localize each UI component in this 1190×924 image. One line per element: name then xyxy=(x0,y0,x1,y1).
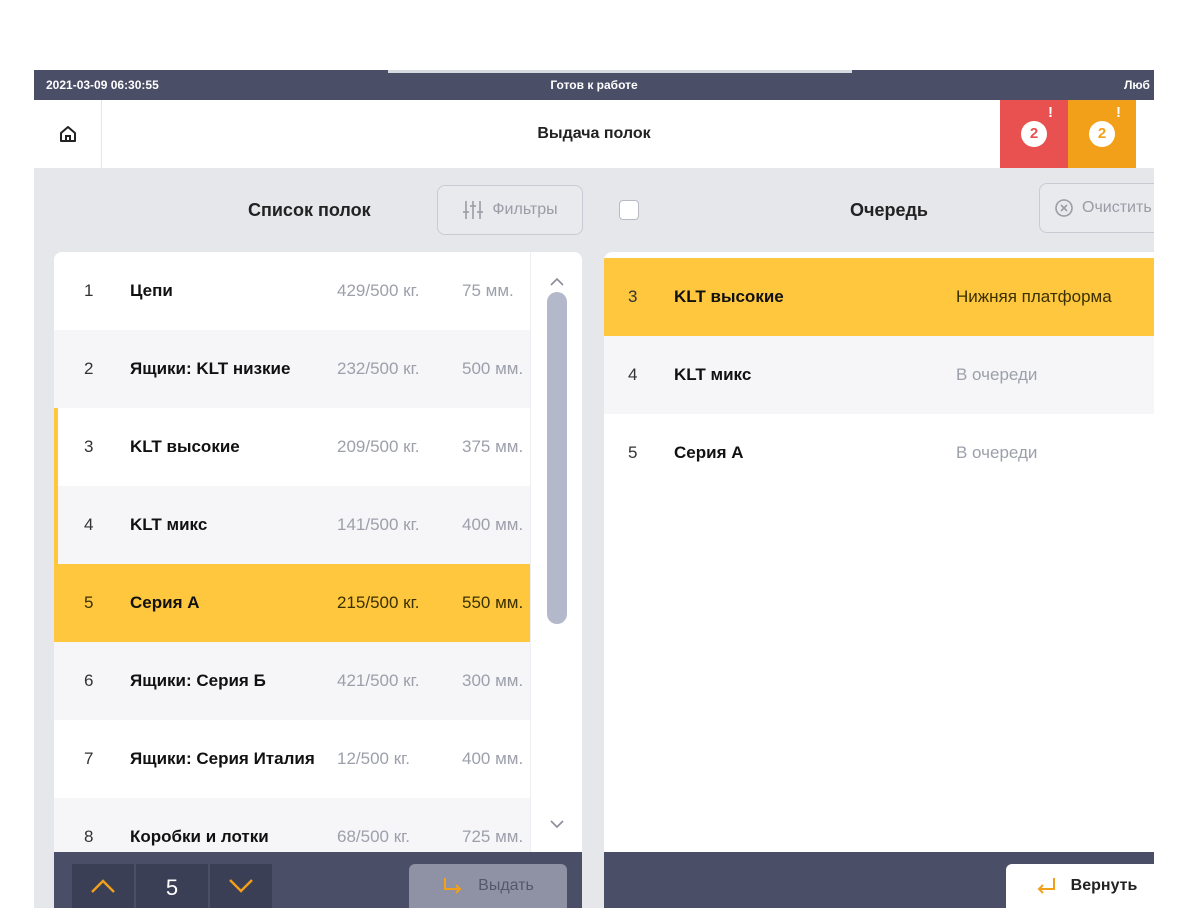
shelf-name: Ящики: KLT низкие xyxy=(130,359,291,378)
queue-row[interactable]: 5 Серия А В очереди xyxy=(604,414,1154,492)
chevron-down-icon xyxy=(229,879,253,893)
scroll-thumb[interactable] xyxy=(547,292,567,624)
shelf-list-panel: 1 Цепи 429/500 кг. 75 мм. 2 Ящики: KLT н… xyxy=(54,252,582,852)
queue-shelf-name: KLT микс xyxy=(674,365,752,384)
shelf-number: 2 xyxy=(84,359,94,378)
queue-select-all-checkbox[interactable] xyxy=(619,200,639,220)
shelf-height: 300 мм. xyxy=(462,671,524,690)
issue-label: Выдать xyxy=(478,877,534,894)
shelf-weight: 429/500 кг. xyxy=(337,281,420,300)
queue-shelf-name: KLT высокие xyxy=(674,287,784,306)
shelf-row[interactable]: 4 KLT микс 141/500 кг. 400 мм. xyxy=(54,486,530,564)
shelf-number: 5 xyxy=(84,593,94,612)
shelf-row[interactable]: 3 KLT высокие 209/500 кг. 375 мм. xyxy=(54,408,530,486)
machine-status-text: Готов к работе xyxy=(550,78,638,92)
home-icon xyxy=(59,126,76,142)
home-button[interactable] xyxy=(34,100,102,168)
shelf-height: 500 мм. xyxy=(462,359,524,378)
shelf-name: Ящики: Серия Б xyxy=(130,671,266,690)
shelf-height: 550 мм. xyxy=(462,593,524,612)
queue-shelf-name: Серия А xyxy=(674,443,744,462)
filters-button[interactable]: Фильтры xyxy=(437,185,583,235)
return-button[interactable]: Вернуть xyxy=(1006,864,1154,908)
shelf-row[interactable]: 6 Ящики: Серия Б 421/500 кг. 300 мм. xyxy=(54,642,530,720)
status-bar: 2021-03-09 06:30:55 Готов к работе Люб xyxy=(34,70,1154,100)
shelf-name: Цепи xyxy=(130,281,173,300)
shelf-name: KLT высокие xyxy=(130,437,240,456)
alert-error-button[interactable]: 2 ! xyxy=(1000,100,1068,168)
stepper-down-button[interactable] xyxy=(210,864,272,908)
header: Выдача полок 2 ! 2 ! xyxy=(34,100,1154,168)
alert-warning-count: 2 xyxy=(1089,121,1115,147)
exclamation-icon: ! xyxy=(1048,104,1053,121)
shelf-row-selected[interactable]: 5 Серия А 215/500 кг. 550 мм. xyxy=(54,564,530,642)
app-screen: 2021-03-09 06:30:55 Готов к работе Люб В… xyxy=(34,70,1154,908)
shelf-weight: 421/500 кг. xyxy=(337,671,420,690)
queue-title: Очередь xyxy=(850,200,928,220)
scroll-down-button[interactable] xyxy=(547,814,567,834)
shelf-name: Серия А xyxy=(130,593,200,612)
chevron-up-icon xyxy=(550,277,564,286)
stepper-up-button[interactable] xyxy=(72,864,134,908)
queue-row-active[interactable]: 3 KLT высокие Нижняя платформа xyxy=(604,258,1154,336)
filters-label: Фильтры xyxy=(492,201,558,218)
queue-footer: Вернуть xyxy=(604,852,1154,908)
alert-warning-button[interactable]: 2 ! xyxy=(1068,100,1136,168)
shelf-weight: 68/500 кг. xyxy=(337,827,411,846)
shelf-list-title: Список полок xyxy=(248,200,371,220)
shelf-row[interactable]: 7 Ящики: Серия Италия 12/500 кг. 400 мм. xyxy=(54,720,530,798)
shelf-list-footer: 5 Выдать xyxy=(54,852,582,908)
shelf-weight: 12/500 кг. xyxy=(337,749,411,768)
shelf-weight: 232/500 кг. xyxy=(337,359,420,378)
queue-status: В очереди xyxy=(956,365,1038,384)
shelf-name: Ящики: Серия Италия xyxy=(130,749,315,768)
arrow-down-right-icon xyxy=(444,878,462,894)
shelf-list: 1 Цепи 429/500 кг. 75 мм. 2 Ящики: KLT н… xyxy=(54,252,530,852)
queue-number: 4 xyxy=(628,365,638,384)
exclamation-icon: ! xyxy=(1116,104,1121,121)
shelf-weight: 215/500 кг. xyxy=(337,593,420,612)
shelf-height: 75 мм. xyxy=(462,281,514,300)
sliders-icon xyxy=(463,201,484,219)
shelf-height: 725 мм. xyxy=(462,827,524,846)
shelf-height: 400 мм. xyxy=(462,515,524,534)
clear-icon xyxy=(1055,199,1073,217)
alert-error-count: 2 xyxy=(1021,121,1047,147)
shelf-height: 375 мм. xyxy=(462,437,524,456)
shelf-number: 6 xyxy=(84,671,94,690)
queue-row[interactable]: 4 KLT микс В очереди xyxy=(604,336,1154,414)
scroll-up-button[interactable] xyxy=(547,272,567,292)
clear-queue-label: Очистить xyxy=(1082,199,1152,216)
shelf-weight: 209/500 кг. xyxy=(337,437,420,456)
shelf-number: 7 xyxy=(84,749,94,768)
shelf-list-scrollbar[interactable] xyxy=(530,252,582,852)
queue-status: Нижняя платформа xyxy=(956,287,1112,306)
chevron-down-icon xyxy=(550,820,564,829)
shelf-name: Коробки и лотки xyxy=(130,827,269,846)
status-bar-accent xyxy=(388,70,852,73)
issue-button[interactable]: Выдать xyxy=(409,864,567,908)
shelf-height: 400 мм. xyxy=(462,749,524,768)
page-title: Выдача полок xyxy=(537,125,651,142)
shelf-number: 8 xyxy=(84,827,94,846)
shelf-number: 3 xyxy=(84,437,94,456)
return-arrow-icon xyxy=(1037,878,1055,894)
quantity-stepper-value[interactable]: 5 xyxy=(136,864,208,908)
return-label: Вернуть xyxy=(1070,877,1138,894)
chevron-up-icon xyxy=(91,879,115,893)
shelf-row[interactable]: 2 Ящики: KLT низкие 232/500 кг. 500 мм. xyxy=(54,330,530,408)
shelf-weight: 141/500 кг. xyxy=(337,515,420,534)
shelf-number: 4 xyxy=(84,515,94,534)
shelf-number: 1 xyxy=(84,281,94,300)
queue-status: В очереди xyxy=(956,443,1038,462)
queue-panel: 3 KLT высокие Нижняя платформа 4 KLT мик… xyxy=(604,252,1154,852)
shelf-row[interactable]: 1 Цепи 429/500 кг. 75 мм. xyxy=(54,252,530,330)
queue-number: 5 xyxy=(628,443,638,462)
user-name-text: Люб xyxy=(1124,78,1150,92)
clear-queue-button[interactable]: Очистить xyxy=(1039,183,1154,233)
queue-number: 3 xyxy=(628,287,638,306)
shelf-name: KLT микс xyxy=(130,515,208,534)
shelf-row[interactable]: 8 Коробки и лотки 68/500 кг. 725 мм. xyxy=(54,798,530,852)
